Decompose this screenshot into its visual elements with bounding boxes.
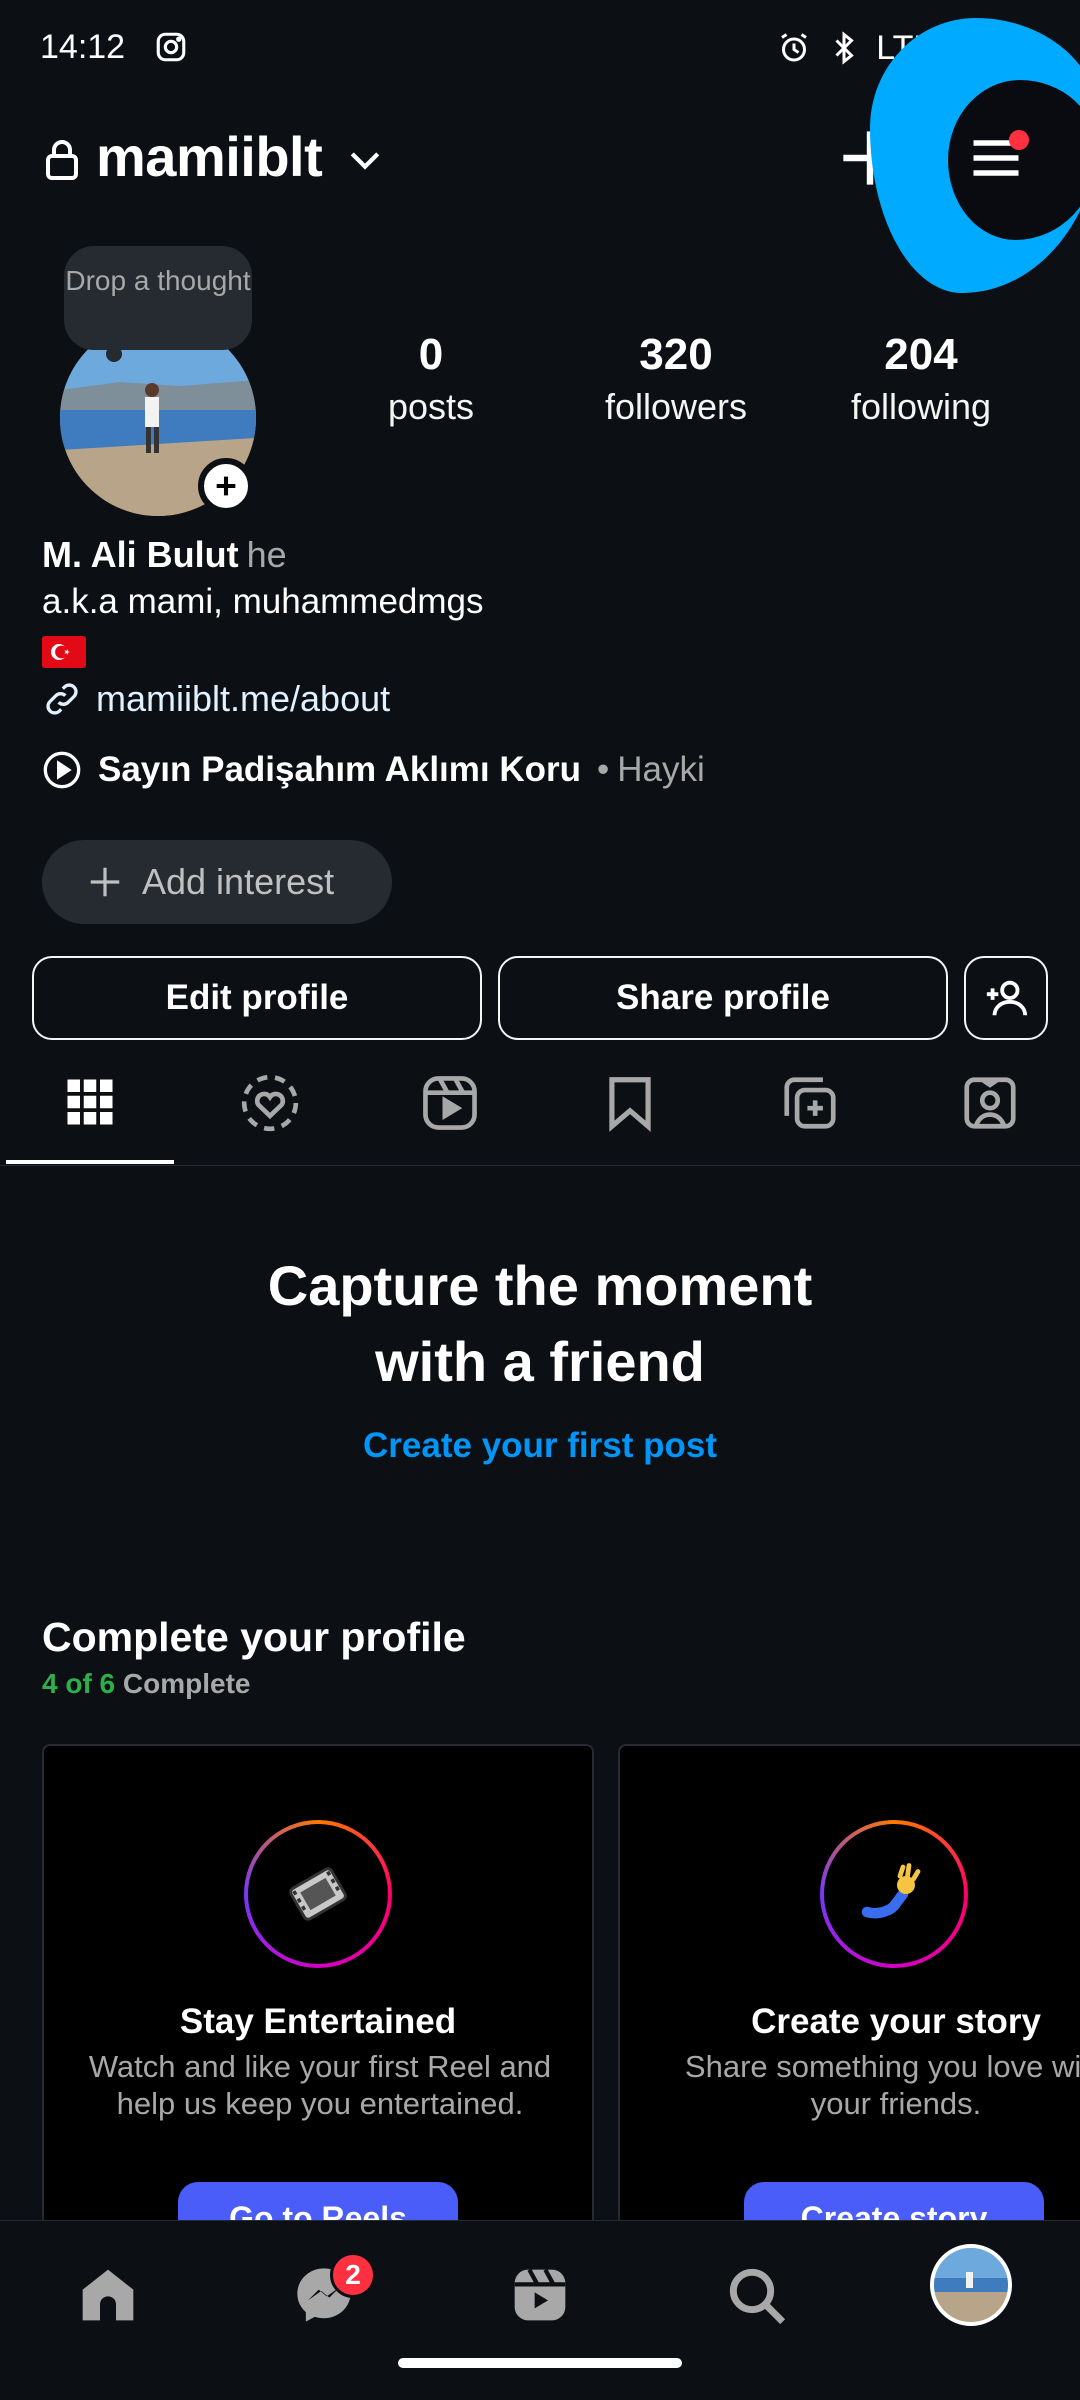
empty-state-title: Capture the moment with a friend: [0, 1248, 1080, 1400]
stat-followers[interactable]: 320 followers: [576, 330, 776, 428]
bluetooth-icon: [835, 31, 854, 65]
stat-number: 204: [884, 330, 958, 379]
reels-nav-icon: [514, 2268, 566, 2321]
card-icon-ring: [244, 1820, 392, 1968]
nav-reels[interactable]: [500, 2255, 580, 2335]
chevron-down-icon[interactable]: [348, 148, 382, 174]
pronoun-text: he: [246, 534, 287, 575]
profile-fullname: M. Ali Bulut he: [42, 534, 287, 576]
tab-collab[interactable]: [720, 1072, 900, 1142]
lock-icon: [44, 140, 80, 180]
stat-label: following: [850, 386, 992, 427]
tab-saved[interactable]: [540, 1072, 720, 1142]
stat-posts[interactable]: 0 posts: [331, 330, 531, 428]
card-icon-ring: [820, 1820, 968, 1968]
profile-username[interactable]: mamiiblt: [96, 124, 323, 189]
add-interest-label: Add interest: [142, 861, 335, 902]
stat-number: 320: [639, 330, 713, 379]
tab-liked[interactable]: [180, 1072, 360, 1142]
card-title: Stay Entertained: [179, 2002, 457, 2041]
profile-link[interactable]: mamiiblt.me/about: [42, 678, 390, 720]
tagged-icon: [964, 1077, 1016, 1129]
card-description: Share something you love with your frien…: [684, 2049, 1080, 2121]
edit-profile-button[interactable]: Edit profile: [32, 956, 482, 1040]
heart-circle-icon: [241, 1074, 299, 1132]
alarm-icon: [781, 33, 808, 62]
complete-profile-title: Complete your profile: [42, 1614, 466, 1660]
progress-label: Complete: [122, 1668, 251, 1699]
complete-profile-progress: 4 of 6 Complete: [42, 1668, 251, 1700]
home-icon: [82, 2269, 134, 2321]
empty-title-line1: Capture the moment: [267, 1254, 813, 1317]
full-name-text: M. Ali Bulut: [42, 534, 239, 575]
nav-search[interactable]: [716, 2255, 796, 2335]
profile-music[interactable]: Sayın Padişahım Aklımı Koru • Hayki: [42, 750, 705, 790]
bookmark-icon: [609, 1077, 651, 1132]
share-profile-button[interactable]: Share profile: [498, 956, 948, 1040]
profile-link-text: mamiiblt.me/about: [96, 678, 391, 719]
tab-reels[interactable]: [360, 1072, 540, 1142]
grid-icon: [67, 1079, 113, 1125]
card-description: Watch and like your first Reel and help …: [88, 2049, 552, 2121]
progress-count: 4 of 6: [42, 1668, 116, 1699]
home-indicator: [398, 2358, 682, 2368]
stat-label: posts: [387, 386, 475, 427]
music-separator: •: [597, 750, 610, 789]
music-artist: Hayki: [617, 750, 705, 789]
add-interest-button[interactable]: Add interest: [42, 840, 392, 924]
bottom-navigation: [0, 2220, 1080, 2400]
hand-icon: [861, 1863, 921, 1919]
collab-icon: [784, 1077, 836, 1129]
discover-people-button[interactable]: [964, 956, 1048, 1040]
add-story-plus-icon[interactable]: [198, 458, 254, 514]
nav-home[interactable]: [68, 2255, 148, 2335]
instagram-notification-icon: [154, 30, 188, 64]
link-icon: [46, 683, 78, 715]
stat-label: followers: [604, 386, 748, 427]
active-tab-indicator: [6, 1160, 174, 1164]
profile-bio: a.k.a mami, muhammedmgs: [42, 582, 484, 621]
profile-tabs: [0, 1050, 1080, 1166]
play-circle-icon: [43, 751, 81, 789]
search-icon: [729, 2268, 786, 2325]
reels-icon: [423, 1076, 477, 1130]
stat-number: 0: [418, 330, 444, 379]
messages-badge: 2: [330, 2252, 376, 2298]
film-icon: [289, 1867, 347, 1921]
empty-title-line2: with a friend: [375, 1330, 705, 1393]
menu-notification-dot: [1009, 130, 1029, 150]
card-title: Create your story: [751, 2002, 1041, 2041]
add-person-icon: [986, 980, 1028, 1016]
music-song: Sayın Padişahım Aklımı Koru: [98, 750, 582, 789]
status-time: 14:12: [40, 28, 126, 66]
tab-tagged[interactable]: [900, 1072, 1080, 1142]
tab-grid[interactable]: [0, 1072, 180, 1142]
plus-icon: [90, 867, 120, 897]
nav-profile-avatar[interactable]: [930, 2244, 1012, 2326]
create-first-post-link[interactable]: Create your first post: [0, 1426, 1080, 1466]
turkey-flag: [42, 636, 86, 668]
stat-following[interactable]: 204 following: [821, 330, 1021, 428]
drop-thought-bubble[interactable]: Drop a thought: [64, 246, 252, 350]
